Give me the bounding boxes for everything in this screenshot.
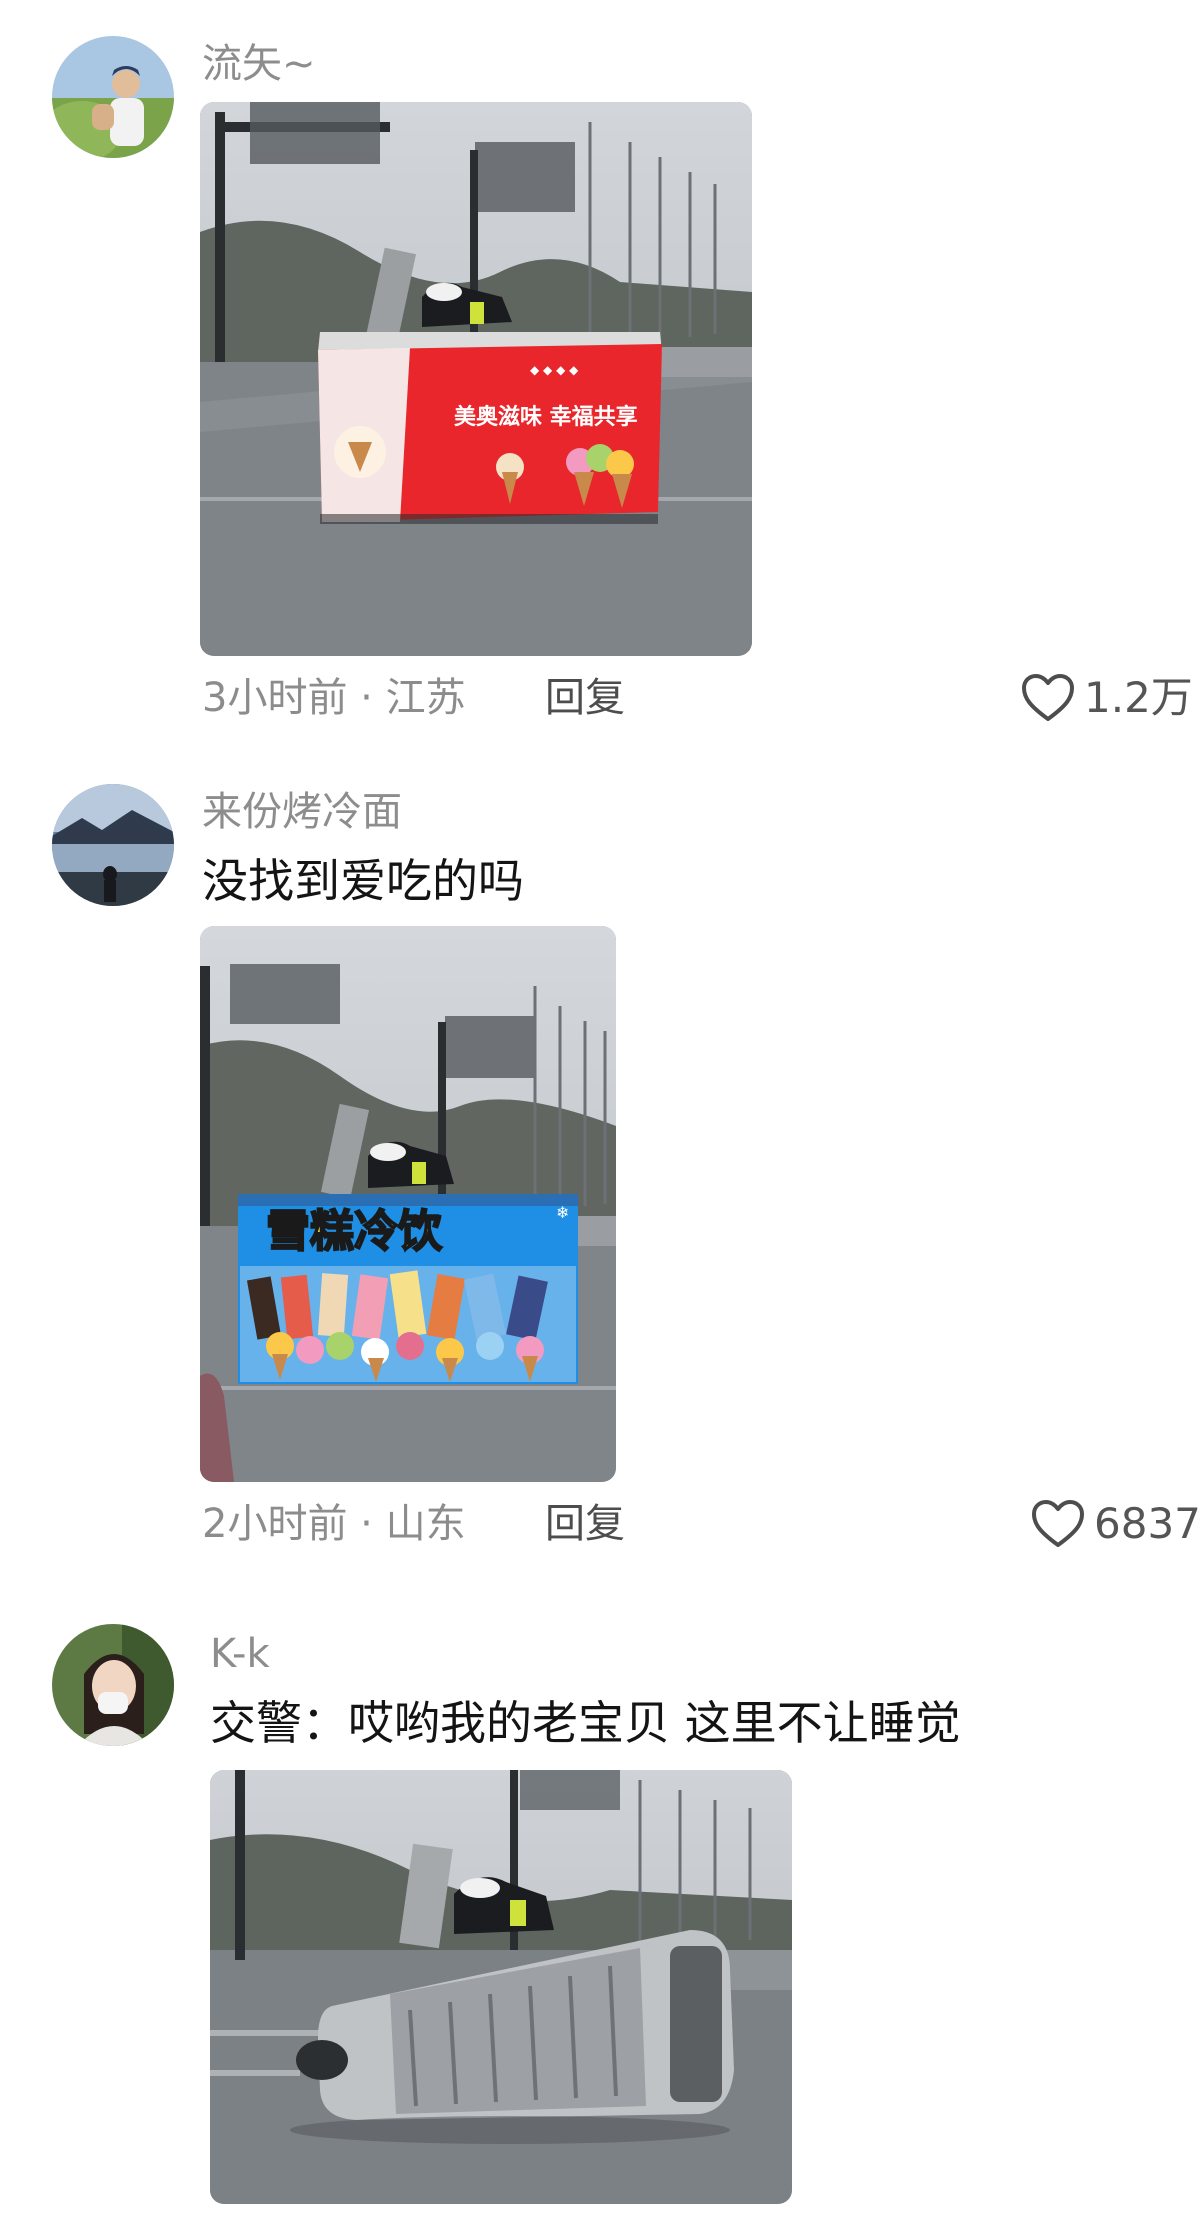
reply-button[interactable]: 回复	[545, 1504, 625, 1544]
username[interactable]: 流矢~	[202, 44, 316, 84]
comment-text: 交警：哎哟我的老宝贝 这里不让睡觉	[210, 1696, 961, 1750]
comment-time-location: 3小时前 · 江苏	[202, 675, 466, 721]
like-count: 1.2万	[1084, 673, 1193, 722]
snowflake-icon: ❄	[556, 1203, 569, 1222]
comment-time-location: 2小时前 · 山东	[202, 1501, 466, 1547]
comment-item: 流矢~ 美奥滋味 幸福共享 ◆ ◆ ◆ ◆ 3小时前 · 江苏 回复 1.2万	[0, 0, 1204, 740]
comment-image[interactable]	[210, 1770, 792, 2204]
watermark-logo	[1050, 2184, 1160, 2212]
comment-item: 来份烤冷面 没找到爱吃的吗 雪糕冷饮 ❄ 2小时前 · 山东 回复 6837	[0, 760, 1204, 1550]
comment-text: 没找到爱吃的吗	[202, 854, 524, 908]
avatar[interactable]	[52, 784, 174, 906]
heart-outline-icon	[1022, 674, 1074, 721]
banner-subtext: ◆ ◆ ◆ ◆	[530, 363, 579, 377]
like-button[interactable]: 1.2万	[1020, 670, 1193, 726]
username[interactable]: 来份烤冷面	[202, 792, 402, 832]
comment-item: K-k 交警：哎哟我的老宝贝 这里不让睡觉	[0, 1600, 1204, 2212]
reply-button[interactable]: 回复	[545, 678, 625, 718]
comment-image[interactable]: 雪糕冷饮 ❄	[200, 926, 616, 1482]
comment-image[interactable]: 美奥滋味 幸福共享 ◆ ◆ ◆ ◆	[200, 102, 752, 656]
avatar[interactable]	[52, 1624, 174, 1746]
username[interactable]: K-k	[210, 1634, 270, 1674]
like-count: 6837	[1094, 1499, 1201, 1548]
banner-text: 美奥滋味 幸福共享	[454, 404, 638, 430]
banner-text: 雪糕冷饮	[266, 1206, 443, 1257]
heart-outline-icon	[1032, 1500, 1084, 1547]
avatar[interactable]	[52, 36, 174, 158]
like-button[interactable]: 6837	[1030, 1496, 1201, 1552]
